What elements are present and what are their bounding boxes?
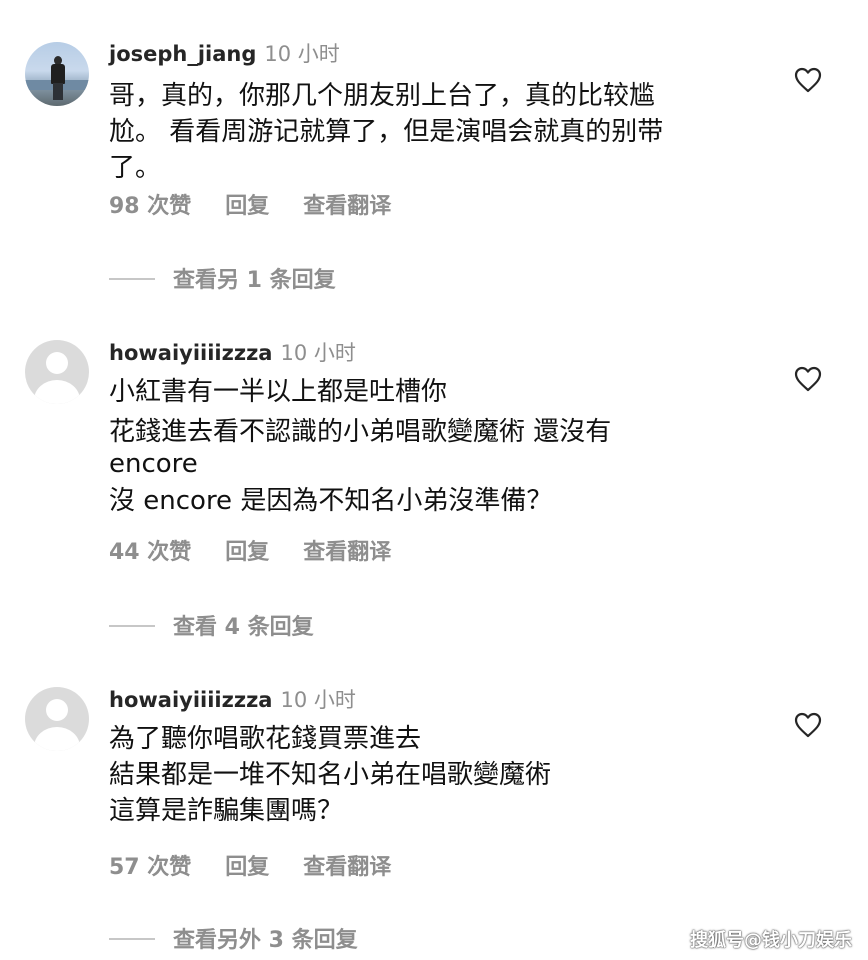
comment-timestamp: 10 小时 xyxy=(280,341,356,365)
comment-actions: 44 次赞 回复 查看翻译 xyxy=(109,539,425,567)
comment-text-line: 沒 encore 是因為不知名小弟沒準備？ xyxy=(109,486,553,516)
like-count[interactable]: 44 次赞 xyxy=(109,539,191,567)
avatar-head-shape xyxy=(46,699,68,721)
comment-text-line: 這算是詐騙集團嗎？ xyxy=(109,796,344,826)
comment-actions: 57 次赞 回复 查看翻译 xyxy=(109,854,425,882)
comment-text-line: 哥，真的，你那几个朋友别上台了，真的比较尴 xyxy=(109,81,656,111)
heart-outline-icon[interactable] xyxy=(794,67,822,93)
default-avatar-icon[interactable] xyxy=(25,340,89,404)
default-avatar-icon[interactable] xyxy=(25,687,89,751)
reply-button[interactable]: 回复 xyxy=(225,193,269,221)
comment-username[interactable]: joseph_jiang xyxy=(109,42,256,66)
avatar-photo-person-body xyxy=(51,64,65,84)
view-replies-label: 查看 4 条回复 xyxy=(173,615,314,640)
translate-button[interactable]: 查看翻译 xyxy=(303,193,391,221)
view-replies-button[interactable]: 查看 4 条回复 xyxy=(109,614,314,642)
view-replies-label: 查看另外 3 条回复 xyxy=(173,928,358,953)
comment-text: 為了聽你唱歌花錢買票進去 結果都是一堆不知名小弟在唱歌變魔術 這算是詐騙集團嗎？ xyxy=(109,721,749,829)
comment-timestamp: 10 小时 xyxy=(264,42,340,66)
heart-outline-icon[interactable] xyxy=(794,366,822,392)
comment-text: 哥，真的，你那几个朋友别上台了，真的比较尴 尬。 看看周游记就算了，但是演唱会就… xyxy=(109,78,749,186)
comment-text-line: encore xyxy=(109,449,198,479)
comment-header: howaiyiiiizzza 10 小时 xyxy=(109,687,356,713)
comment-text-line: 了。 xyxy=(109,153,162,183)
avatar-photo-person-legs xyxy=(53,83,63,100)
comment-text-line: 結果都是一堆不知名小弟在唱歌變魔術 xyxy=(109,760,552,790)
user-avatar[interactable] xyxy=(25,42,89,106)
reply-button[interactable]: 回复 xyxy=(225,854,269,882)
like-count[interactable]: 57 次赞 xyxy=(109,854,191,882)
heart-outline-icon[interactable] xyxy=(794,712,822,738)
like-count[interactable]: 98 次赞 xyxy=(109,193,191,221)
translate-button[interactable]: 查看翻译 xyxy=(303,539,391,567)
comment-text-line: 花錢進去看不認識的小弟唱歌變魔術 還沒有 xyxy=(109,417,612,447)
comment-timestamp: 10 小时 xyxy=(280,688,356,712)
comment-username[interactable]: howaiyiiiizzza xyxy=(109,341,272,365)
comment-text: 小紅書有一半以上都是吐槽你 花錢進去看不認識的小弟唱歌變魔術 還沒有 encor… xyxy=(109,374,749,519)
avatar-body-shape xyxy=(34,727,80,751)
comment-text-line: 尬。 看看周游记就算了，但是演唱会就真的别带 xyxy=(109,117,664,147)
view-replies-button[interactable]: 查看另 1 条回复 xyxy=(109,267,336,295)
comment-text-line: 小紅書有一半以上都是吐槽你 xyxy=(109,377,448,407)
comment-header: joseph_jiang 10 小时 xyxy=(109,41,340,67)
comment-header: howaiyiiiizzza 10 小时 xyxy=(109,340,356,366)
replies-divider xyxy=(109,278,155,280)
comment-username[interactable]: howaiyiiiizzza xyxy=(109,688,272,712)
reply-button[interactable]: 回复 xyxy=(225,539,269,567)
view-replies-label: 查看另 1 条回复 xyxy=(173,268,336,293)
view-replies-button[interactable]: 查看另外 3 条回复 xyxy=(109,927,358,955)
replies-divider xyxy=(109,625,155,627)
comment-text-line: 為了聽你唱歌花錢買票進去 xyxy=(109,724,422,754)
watermark: 搜狐号@钱小刀娱乐 xyxy=(690,930,852,951)
translate-button[interactable]: 查看翻译 xyxy=(303,854,391,882)
replies-divider xyxy=(109,938,155,940)
avatar-head-shape xyxy=(46,352,68,374)
comment-actions: 98 次赞 回复 查看翻译 xyxy=(109,193,425,221)
avatar-body-shape xyxy=(34,380,80,404)
